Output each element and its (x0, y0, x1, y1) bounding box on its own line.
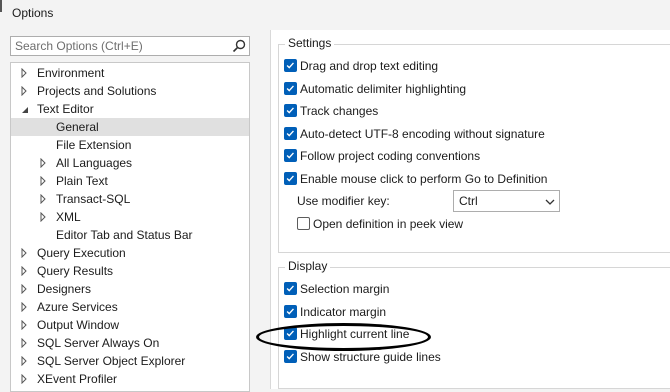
tree-item[interactable]: Environment (11, 64, 249, 82)
collapsed-arrow-icon[interactable] (38, 212, 48, 222)
tree-item[interactable]: Designers (11, 280, 249, 298)
display-option-label: Highlight current line (300, 327, 410, 341)
tree-item-label: XML (56, 210, 81, 224)
settings-group-title: Settings (285, 36, 335, 50)
modifier-key-select[interactable]: Ctrl (453, 190, 560, 212)
checkbox-checked-icon[interactable] (284, 104, 297, 117)
window-title: Options (12, 6, 54, 20)
checkbox-checked-icon[interactable] (284, 327, 297, 340)
tree-item[interactable]: XML (11, 208, 249, 226)
tree-item-label: General (56, 120, 99, 134)
chevron-down-icon (545, 199, 555, 205)
display-option-label: Selection margin (300, 282, 390, 296)
tree-item-label: Plain Text (56, 174, 108, 188)
display-group-title: Display (285, 259, 331, 273)
options-tree[interactable]: Environment Projects and Solutions Text Ed… (10, 62, 250, 392)
search-input[interactable] (11, 37, 227, 55)
tree-item-label: Query Results (37, 264, 114, 278)
collapsed-arrow-icon[interactable] (19, 68, 29, 78)
checkbox-checked-icon[interactable] (284, 282, 297, 295)
tree-item[interactable]: SQL Server Object Explorer (11, 352, 249, 370)
collapsed-arrow-icon[interactable] (19, 284, 29, 294)
tree-item-label: Query Execution (37, 246, 126, 260)
window-edge-mark (0, 0, 2, 12)
tree-item[interactable]: SQL Server Always On (11, 334, 249, 352)
options-panel: Settings Drag and drop text editing Autom… (270, 30, 670, 389)
checkbox-checked-icon[interactable] (284, 171, 297, 185)
tree-item[interactable]: Query Execution (11, 244, 249, 262)
checkbox-checked-icon[interactable] (284, 81, 297, 95)
tree-item[interactable]: Projects and Solutions (11, 82, 249, 100)
tree-item-label: File Extension (56, 138, 132, 152)
collapsed-arrow-icon[interactable] (19, 356, 29, 366)
tree-item[interactable]: All Languages (11, 154, 249, 172)
tree-item[interactable]: General (11, 118, 249, 136)
tree-item-label: SQL Server Always On (37, 336, 160, 350)
collapsed-arrow-icon[interactable] (19, 248, 29, 258)
checkbox-checked-icon[interactable] (284, 349, 297, 363)
tree-item-label: Transact-SQL (56, 192, 131, 206)
tree-item-label: Environment (37, 66, 105, 80)
display-option-label: Indicator margin (300, 304, 387, 319)
checkbox-checked-icon[interactable] (284, 304, 297, 318)
tree-item[interactable]: XEvent Profiler (11, 370, 249, 388)
modifier-key-value: Ctrl (459, 194, 478, 208)
tree-item-label: Editor Tab and Status Bar (56, 228, 193, 242)
expanded-arrow-icon[interactable] (19, 104, 29, 114)
tree-item[interactable]: Azure Services (11, 298, 249, 316)
collapsed-arrow-icon[interactable] (19, 86, 29, 96)
search-icon[interactable] (232, 39, 246, 53)
settings-option-label: Track changes (300, 104, 379, 118)
tree-item[interactable]: Query Results (11, 262, 249, 280)
tree-item[interactable]: File Extension (11, 136, 249, 154)
checkbox-checked-icon[interactable] (284, 59, 297, 72)
collapsed-arrow-icon[interactable] (19, 320, 29, 330)
display-option-label: Show structure guide lines (300, 349, 441, 364)
settings-option-label: Follow project coding conventions (300, 149, 481, 163)
collapsed-arrow-icon[interactable] (19, 338, 29, 348)
settings-option-label: Auto-detect UTF-8 encoding without signa… (300, 126, 545, 141)
collapsed-arrow-icon[interactable] (19, 266, 29, 276)
peek-view-label: Open definition in peek view (313, 217, 464, 231)
tree-item-label: Designers (37, 282, 92, 296)
settings-option-label: Enable mouse click to perform Go to Defi… (300, 171, 548, 186)
tree-item-label: Azure Services (37, 300, 118, 314)
tree-item[interactable]: Output Window (11, 316, 249, 334)
settings-option-label: Automatic delimiter highlighting (300, 81, 467, 96)
checkbox-checked-icon[interactable] (284, 149, 297, 162)
collapsed-arrow-icon[interactable] (38, 158, 48, 168)
checkbox-unchecked-icon[interactable] (297, 217, 310, 230)
collapsed-arrow-icon[interactable] (38, 194, 48, 204)
tree-item-label: SQL Server Object Explorer (37, 354, 186, 368)
collapsed-arrow-icon[interactable] (38, 176, 48, 186)
tree-item-label: Projects and Solutions (37, 84, 157, 98)
tree-item-label: Output Window (37, 318, 120, 332)
settings-option-label: Drag and drop text editing (300, 59, 439, 73)
tree-item[interactable]: Transact-SQL (11, 190, 249, 208)
collapsed-arrow-icon[interactable] (19, 374, 29, 384)
tree-item[interactable]: Editor Tab and Status Bar (11, 226, 249, 244)
search-box[interactable] (10, 36, 250, 56)
modifier-key-label: Use modifier key: (297, 194, 390, 208)
checkbox-checked-icon[interactable] (284, 126, 297, 140)
tree-item-label: XEvent Profiler (37, 372, 118, 386)
collapsed-arrow-icon[interactable] (19, 302, 29, 312)
tree-item[interactable]: Text Editor (11, 100, 249, 118)
tree-item-label: Text Editor (37, 102, 94, 116)
tree-item-label: All Languages (56, 156, 133, 170)
tree-item[interactable]: Plain Text (11, 172, 249, 190)
